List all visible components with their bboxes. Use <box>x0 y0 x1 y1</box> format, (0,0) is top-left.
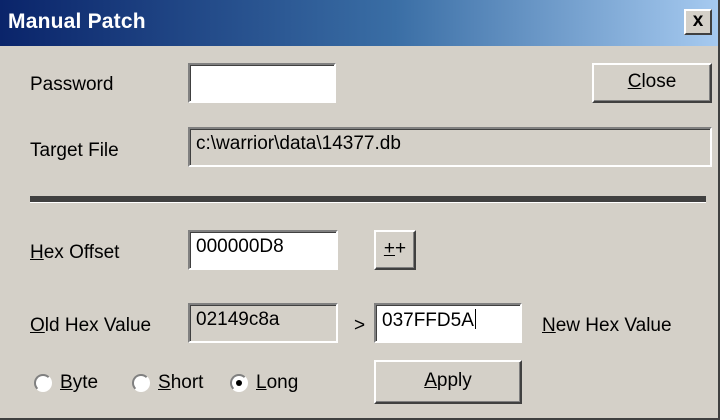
manual-patch-dialog: Manual Patch x Password Close Target Fil… <box>0 0 720 420</box>
radio-long[interactable] <box>230 374 248 392</box>
hex-offset-input[interactable]: 000000D8 <box>188 230 338 270</box>
target-file-field: c:\warrior\data\14377.db <box>188 127 712 167</box>
radio-short-accel: S <box>158 372 171 393</box>
radio-long-label[interactable]: Long <box>256 372 298 394</box>
new-hex-label-text: ew Hex Value <box>555 315 672 336</box>
password-input[interactable] <box>188 63 336 103</box>
old-hex-label-text: ld Hex Value <box>44 315 152 336</box>
apply-accel: A <box>424 370 437 391</box>
hex-offset-label-text: ex Offset <box>43 242 120 263</box>
separator-line <box>30 196 706 203</box>
radio-short-label[interactable]: Short <box>158 372 203 394</box>
radio-short-text: hort <box>170 372 204 393</box>
title-bar[interactable]: Manual Patch x <box>0 0 718 46</box>
text-caret <box>474 309 476 329</box>
radio-long-text: ong <box>266 372 299 393</box>
apply-label: pply <box>436 370 472 391</box>
arrow-label: > <box>354 315 366 336</box>
close-window-icon[interactable]: x <box>684 9 712 35</box>
close-button-label: lose <box>641 71 677 92</box>
new-hex-label: New Hex Value <box>542 315 672 337</box>
increment-label: + <box>395 238 407 259</box>
old-hex-label: Old Hex Value <box>30 315 151 337</box>
hex-offset-label: Hex Offset <box>30 242 119 264</box>
close-button[interactable]: Close <box>592 63 712 103</box>
radio-long-selected-dot <box>236 380 242 386</box>
hex-offset-accel: H <box>30 242 44 263</box>
old-hex-accel: O <box>30 315 45 336</box>
close-button-accel: C <box>627 71 642 92</box>
increment-accel: + <box>383 238 395 259</box>
increment-offset-button[interactable]: ++ <box>374 230 416 270</box>
old-hex-field: 02149c8a <box>188 303 338 343</box>
radio-byte-text: yte <box>72 372 99 393</box>
window-title: Manual Patch <box>8 10 146 33</box>
radio-byte[interactable] <box>34 374 52 392</box>
radio-byte-label[interactable]: Byte <box>60 372 98 394</box>
new-hex-accel: N <box>542 315 556 336</box>
radio-byte-accel: B <box>60 372 73 393</box>
apply-button[interactable]: Apply <box>374 360 522 404</box>
new-hex-input[interactable]: 037FFD5A <box>374 303 522 343</box>
radio-short[interactable] <box>132 374 150 392</box>
radio-long-accel: L <box>256 372 267 393</box>
password-label: Password <box>30 74 114 95</box>
new-hex-value: 037FFD5A <box>382 310 474 331</box>
target-file-label: Target File <box>30 140 119 161</box>
